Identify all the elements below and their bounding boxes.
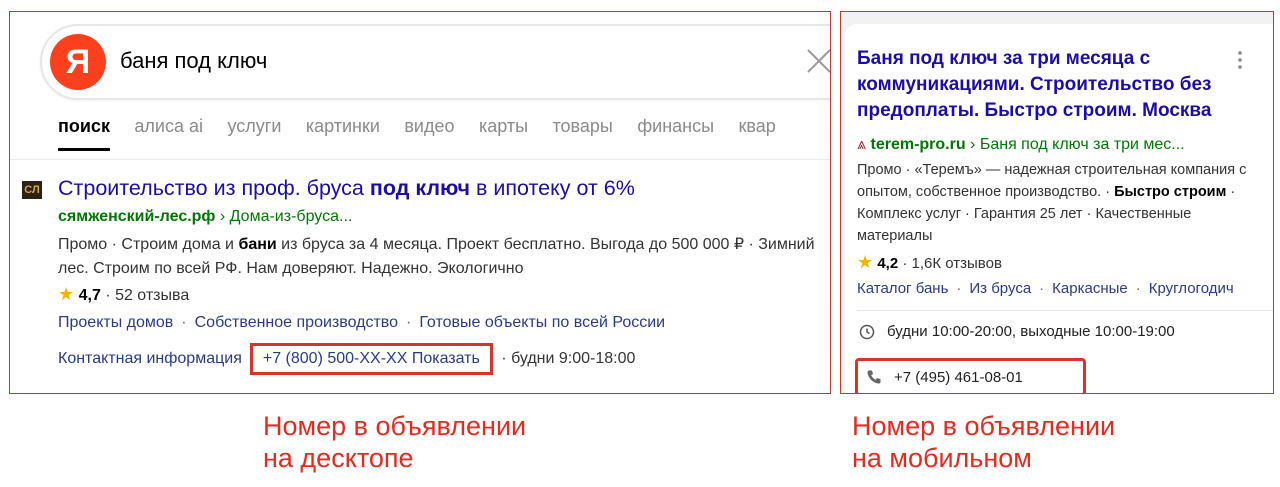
ad-url[interactable]: сямженский-лес.рф › Дома-из-бруса... — [58, 208, 352, 226]
ad-rating[interactable]: ★ 4,7 · 52 отзыва — [58, 284, 189, 305]
sitelink-objects[interactable]: Готовые объекты по всей России — [419, 314, 665, 331]
sitelink-timber[interactable]: Из бруса — [969, 280, 1031, 297]
clock-icon — [859, 324, 875, 339]
desktop-panel: Я баня под ключ поиск алиса ai услуги ка… — [9, 11, 831, 394]
ad-description: Промо · Строим дома и бани из бруса за 4… — [58, 236, 815, 277]
more-options-icon[interactable] — [1237, 50, 1243, 70]
caption-desktop: Номер в объявлении на десктопе — [263, 411, 527, 473]
tab-images[interactable]: картинки — [306, 116, 380, 137]
ad-sitelinks: Проекты домов · Собственное производство · Г… — [58, 314, 666, 331]
mobile-ad-card: Баня под ключ за три месяца с коммуникац… — [845, 24, 1273, 393]
ad-contacts: Контактная информация +7 (800) 500-XX-XX … — [58, 343, 635, 375]
mobile-ad-title-link[interactable]: Баня под ключ за три месяца с коммуникац… — [857, 46, 1237, 124]
tab-search[interactable]: поиск — [58, 116, 110, 151]
sitelink-production[interactable]: Собственное производство — [195, 314, 398, 331]
tab-goods[interactable]: товары — [553, 116, 613, 137]
sitelink-frame[interactable]: Каркасные — [1052, 280, 1128, 297]
tab-finance[interactable]: финансы — [637, 116, 714, 137]
star-icon: ★ — [857, 252, 874, 272]
close-icon[interactable] — [804, 46, 831, 76]
phone-highlight-desktop[interactable]: +7 (800) 500-XX-XX Показать — [249, 343, 493, 375]
yandex-logo[interactable]: Я — [50, 34, 106, 90]
mobile-ad-description: Промо · «Теремъ» — надежная строительная… — [857, 162, 1247, 244]
tabs-divider — [10, 159, 830, 160]
search-box[interactable]: Я баня под ключ — [40, 24, 831, 100]
search-input[interactable]: баня под ключ — [120, 48, 267, 74]
mobile-panel: Баня под ключ за три месяца с коммуникац… — [840, 11, 1274, 394]
phone-icon — [867, 370, 881, 384]
tab-realty[interactable]: квар — [738, 116, 775, 137]
mobile-divider — [857, 310, 1273, 311]
ad-hours: · будни 9:00-18:00 — [496, 350, 636, 367]
mobile-hours: будни 10:00-20:00, выходные 10:00-19:00 — [859, 323, 1175, 340]
star-icon: ★ — [58, 284, 75, 304]
contacts-link[interactable]: Контактная информация — [58, 350, 242, 367]
phone-highlight-mobile[interactable]: +7 (495) 461-08-01 — [855, 358, 1086, 393]
terem-logo-icon: ⩓ — [857, 136, 867, 153]
ad-title-link[interactable]: Строительство из проф. бруса под ключ в … — [58, 176, 635, 201]
caption-mobile: Номер в объявлении на мобильном — [852, 411, 1116, 473]
tab-alice[interactable]: алиса ai — [134, 116, 203, 137]
site-favicon: СЛ — [22, 181, 42, 199]
sitelink-catalog[interactable]: Каталог бань — [857, 280, 948, 297]
mobile-ad-rating[interactable]: ★ 4,2 · 1,6К отзывов — [857, 252, 1002, 273]
tab-video[interactable]: видео — [404, 116, 454, 137]
search-tabs: поиск алиса ai услуги картинки видео кар… — [58, 116, 796, 151]
mobile-sitelinks: Каталог бань · Из бруса · Каркасные · Круглого… — [857, 280, 1234, 297]
sitelink-projects[interactable]: Проекты домов — [58, 314, 173, 331]
mobile-ad-url[interactable]: ⩓ terem-pro.ru › Баня под ключ за три ме… — [857, 136, 1185, 154]
tab-maps[interactable]: карты — [479, 116, 528, 137]
tab-services[interactable]: услуги — [227, 116, 281, 137]
sitelink-yearround[interactable]: Круглогодич — [1149, 280, 1234, 297]
